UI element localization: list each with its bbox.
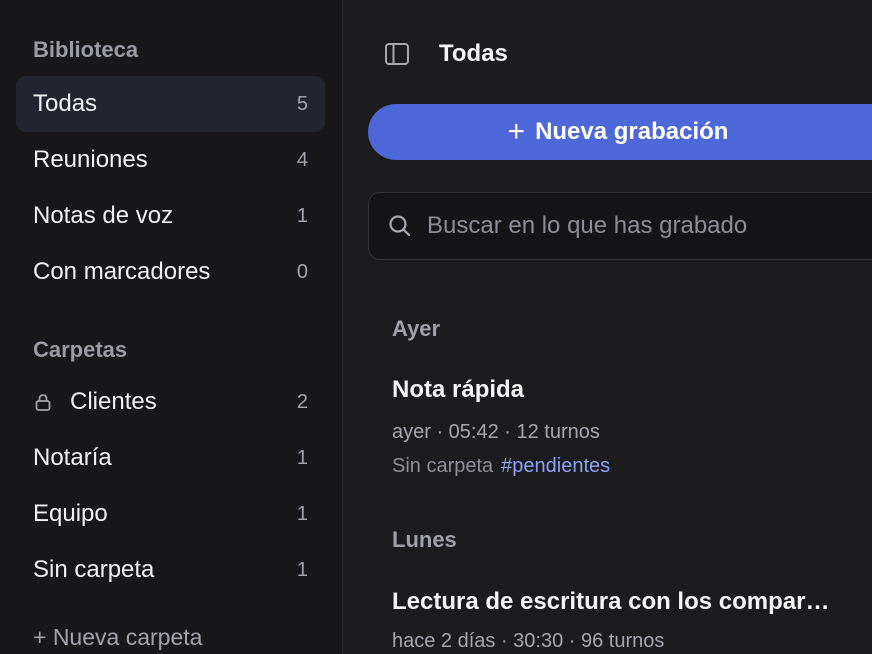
- library-section-title: Biblioteca: [33, 37, 139, 62]
- sidebar-item-label: Clientes: [70, 388, 157, 415]
- sidebar-item-count: 1: [296, 558, 308, 581]
- plus-icon: +: [507, 115, 526, 148]
- sidebar-item-clientes[interactable]: Clientes 2: [16, 374, 325, 430]
- sidebar-item-count: 5: [296, 92, 308, 115]
- sidebar-item-label: Reuniones: [33, 146, 148, 173]
- sidebar-item-notas-de-voz[interactable]: Notas de voz 1: [16, 188, 325, 244]
- sidebar-item-count: 1: [296, 204, 308, 227]
- group-label-lunes: Lunes: [392, 527, 457, 552]
- sidebar-item-label: Con marcadores: [33, 258, 211, 285]
- recording-title: Nota rápida: [392, 376, 525, 403]
- sidebar-item-todas[interactable]: Todas 5: [16, 76, 325, 132]
- sidebar-item-con-marcadores[interactable]: Con marcadores 0: [16, 244, 325, 300]
- group-label-ayer: Ayer: [392, 316, 441, 341]
- new-folder-button[interactable]: + Nueva carpeta: [33, 624, 202, 651]
- sidebar-item-count: 2: [296, 390, 308, 413]
- search-box[interactable]: [368, 192, 872, 260]
- topbar: Todas: [383, 40, 508, 68]
- lock-icon: [33, 392, 53, 412]
- sidebar-item-label: Equipo: [33, 500, 108, 527]
- sidebar-item-count: 1: [296, 502, 308, 525]
- sidebar-item-label: Notaría: [33, 444, 112, 471]
- folders-section-title: Carpetas: [33, 337, 128, 362]
- recording-meta: hace 2 días · 30:30 · 96 turnos: [392, 630, 665, 652]
- sidebar-item-label: Notas de voz: [33, 202, 174, 229]
- sidebar-item-label: Todas: [33, 90, 98, 117]
- app-window: Biblioteca Todas 5 Reuniones 4 Notas de …: [0, 0, 872, 654]
- sidebar-item-equipo[interactable]: Equipo 1: [16, 486, 325, 542]
- new-recording-button[interactable]: + Nueva grabación: [368, 104, 872, 160]
- main-content: Todas + Nueva grabación Ayer Nota rápida…: [343, 0, 872, 654]
- sidebar-item-count: 4: [296, 148, 308, 171]
- sidebar-toggle-icon[interactable]: [383, 40, 411, 68]
- tag-pendientes[interactable]: #pendientes: [501, 455, 610, 477]
- recording-tags: Sin carpeta #pendientes: [392, 455, 610, 478]
- sidebar-item-reuniones[interactable]: Reuniones 4: [16, 132, 325, 188]
- search-icon: [387, 213, 413, 239]
- sidebar: Biblioteca Todas 5 Reuniones 4 Notas de …: [0, 0, 343, 654]
- sidebar-item-notaria[interactable]: Notaría 1: [16, 430, 325, 486]
- sidebar-item-sin-carpeta[interactable]: Sin carpeta 1: [16, 542, 325, 598]
- recording-title: Lectura de escritura con los compar…: [392, 588, 830, 615]
- recording-meta: ayer · 05:42 · 12 turnos: [392, 421, 600, 443]
- sidebar-item-count: 0: [296, 260, 308, 283]
- search-input[interactable]: [427, 212, 867, 240]
- sidebar-item-label: Sin carpeta: [33, 556, 155, 583]
- recording-folder: Sin carpeta: [392, 455, 494, 477]
- new-recording-label: Nueva grabación: [535, 118, 729, 145]
- sidebar-item-count: 1: [296, 446, 308, 469]
- page-title: Todas: [439, 40, 508, 67]
